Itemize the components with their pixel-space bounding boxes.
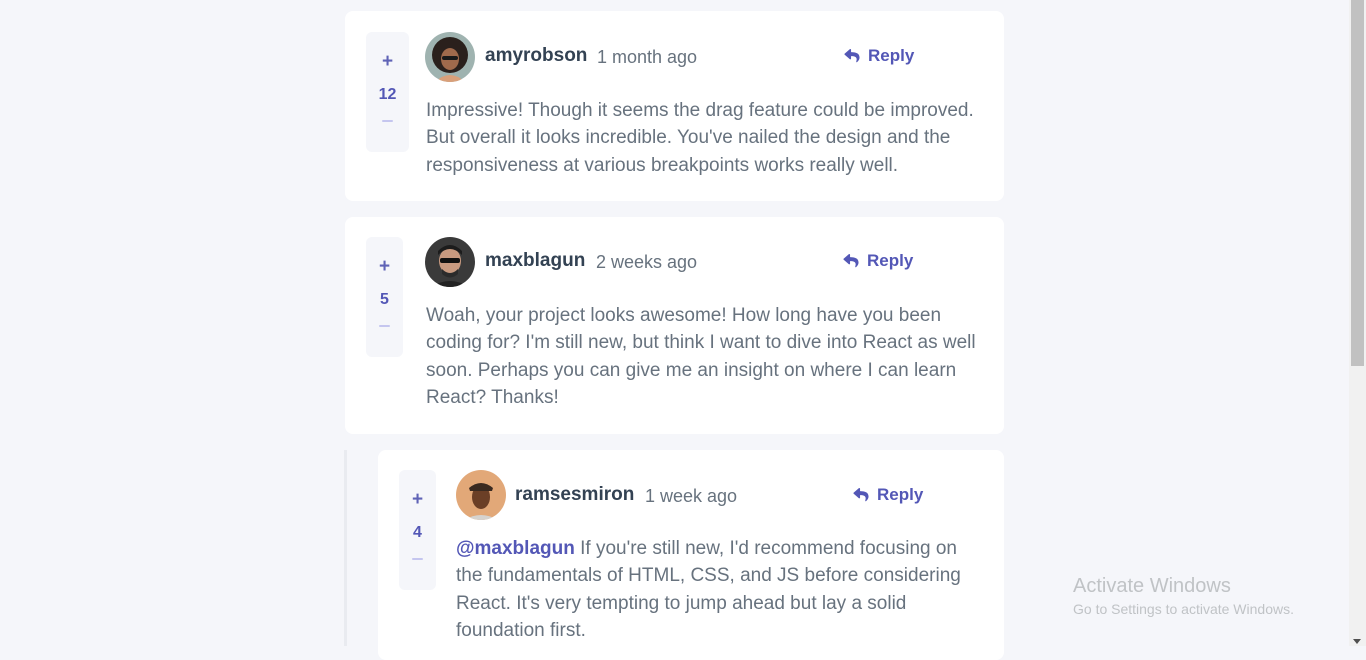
reply-label: Reply	[867, 251, 914, 270]
watermark-subtitle: Go to Settings to activate Windows.	[1073, 601, 1294, 617]
watermark-title: Activate Windows	[1073, 575, 1231, 597]
comment-username[interactable]: ramsesmiron	[515, 484, 634, 506]
reply-label: Reply	[868, 46, 915, 65]
avatar	[425, 237, 475, 287]
avatar	[425, 32, 475, 82]
scrollbar-thumb[interactable]	[1351, 0, 1364, 366]
comment-card: + 5 maxblagun 2 weeks ago Reply Woah, yo…	[345, 217, 1004, 434]
comment-content: @maxblagun If you're still new, I'd reco…	[456, 535, 981, 644]
reply-arrow-icon	[853, 488, 869, 502]
reply-button[interactable]: Reply	[853, 485, 923, 505]
comment-content: Woah, your project looks awesome! How lo…	[426, 305, 976, 408]
vote-score: 5	[380, 291, 389, 308]
downvote-button[interactable]	[382, 120, 393, 122]
downvote-button[interactable]	[412, 558, 423, 560]
vote-counter: + 12	[366, 32, 409, 152]
comment-username[interactable]: maxblagun	[485, 250, 585, 272]
comment-timestamp: 1 month ago	[597, 47, 698, 67]
vote-counter: + 4	[399, 470, 436, 590]
comment-timestamp: 2 weeks ago	[596, 252, 698, 272]
mention-link[interactable]: @maxblagun	[456, 538, 575, 559]
vote-counter: + 5	[366, 237, 403, 357]
comment-timestamp: 1 week ago	[645, 486, 738, 506]
page-scrollbar[interactable]	[1349, 0, 1366, 646]
vote-score: 4	[413, 524, 422, 541]
comment-content: Impressive! Though it seems the drag fea…	[426, 100, 974, 176]
vote-score: 12	[378, 86, 397, 103]
scroll-down-icon[interactable]	[1353, 639, 1361, 644]
upvote-button[interactable]: +	[382, 51, 393, 73]
reply-arrow-icon	[843, 254, 859, 268]
reply-thread-line	[344, 450, 347, 646]
reply-card: + 4 ramsesmiron 1 week ago Reply @maxbla…	[378, 450, 1004, 660]
avatar	[456, 470, 506, 520]
comment-username[interactable]: amyrobson	[485, 45, 587, 67]
reply-arrow-icon	[844, 49, 860, 63]
upvote-button[interactable]: +	[412, 489, 423, 511]
comment-card: + 12 amyrobson 1 month ago Reply Impress…	[345, 11, 1004, 201]
reply-label: Reply	[877, 485, 924, 504]
reply-button[interactable]: Reply	[844, 46, 914, 66]
upvote-button[interactable]: +	[379, 256, 390, 278]
activate-windows-watermark: Activate Windows Go to Settings to activ…	[1073, 573, 1294, 619]
reply-button[interactable]: Reply	[843, 251, 913, 271]
downvote-button[interactable]	[379, 325, 390, 327]
